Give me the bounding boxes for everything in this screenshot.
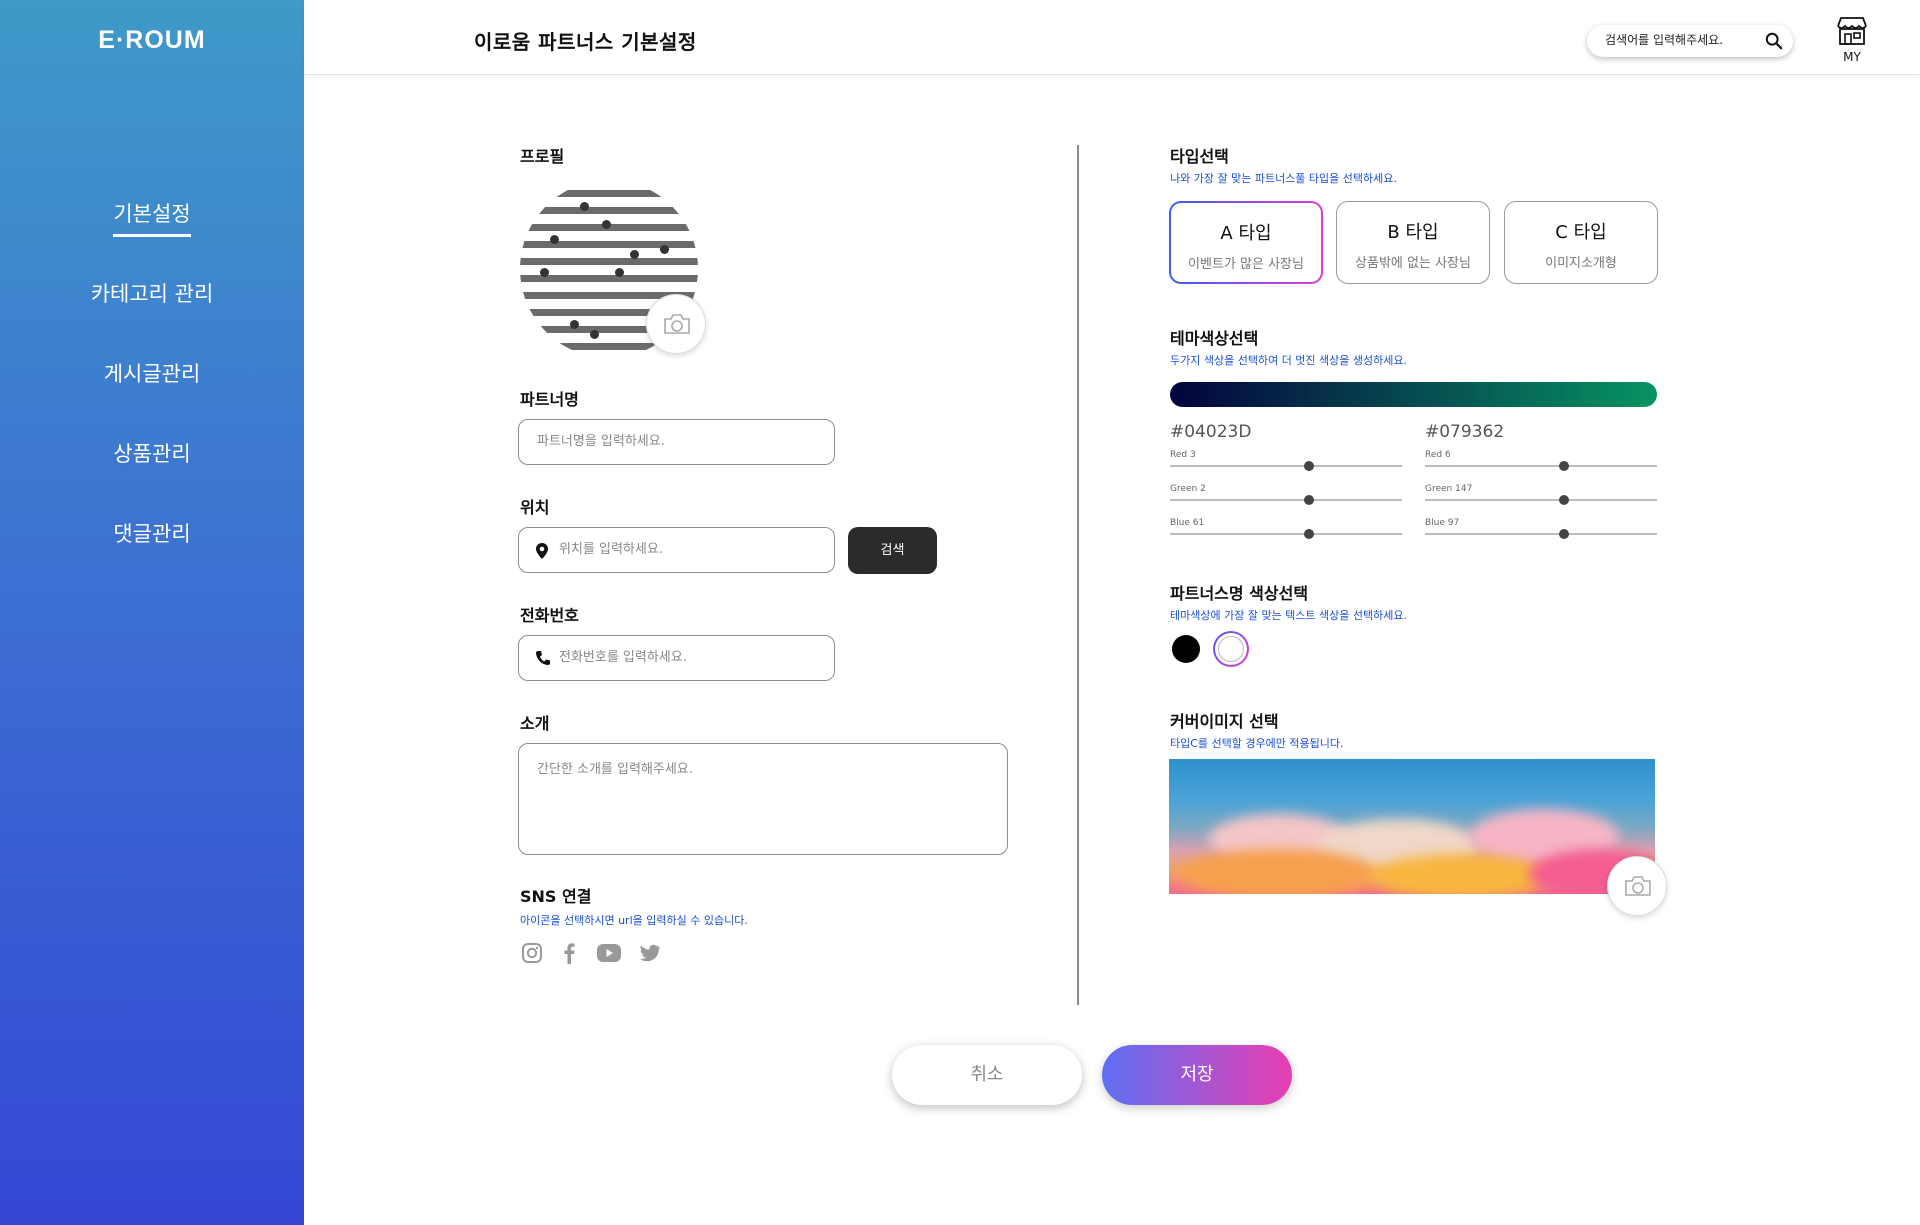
profile-label: 프로필 xyxy=(520,147,565,166)
type-select-label: 타입선택 xyxy=(1170,147,1229,166)
type-card-b[interactable]: B 타입 상품밖에 없는 사장님 xyxy=(1336,201,1490,284)
sidebar-item-label: 카테고리 관리 xyxy=(90,282,214,306)
location-label: 위치 xyxy=(520,498,550,517)
partner-name-color-hint: 테마색상에 가장 잘 맞는 텍스트 색상을 선택하세요. xyxy=(1170,609,1407,622)
color2-green-slider[interactable] xyxy=(1425,495,1657,505)
color2-hex: #079362 xyxy=(1425,422,1505,442)
cover-image-label: 커버이미지 선택 xyxy=(1170,712,1279,731)
phone-label: 전화번호 xyxy=(520,606,579,625)
location-search-button[interactable]: 검색 xyxy=(848,527,937,574)
slider-knob[interactable] xyxy=(1559,529,1570,539)
color2-red-label: Red 6 xyxy=(1425,450,1451,460)
camera-icon xyxy=(1625,876,1651,896)
type-card-title: A 타입 xyxy=(1220,223,1272,244)
search-input[interactable] xyxy=(1605,33,1755,47)
twitter-icon[interactable] xyxy=(638,944,660,962)
phone-field xyxy=(518,635,835,681)
sidebar-item-label: 댓글관리 xyxy=(113,522,191,546)
slider-knob[interactable] xyxy=(1559,495,1570,505)
color1-green-slider[interactable] xyxy=(1170,495,1402,505)
cancel-button[interactable]: 취소 xyxy=(892,1045,1082,1105)
instagram-icon[interactable] xyxy=(521,942,543,964)
sidebar-item-basic-settings[interactable]: 기본설정 xyxy=(0,198,304,237)
color1-hex: #04023D xyxy=(1170,422,1252,442)
cover-camera-button[interactable] xyxy=(1607,856,1667,916)
intro-textarea[interactable] xyxy=(537,758,987,842)
color1-blue-label: Blue 61 xyxy=(1170,518,1205,528)
sidebar-item-comments[interactable]: 댓글관리 xyxy=(0,518,304,548)
sidebar-item-label: 기본설정 xyxy=(113,198,191,237)
sns-hint: 아이콘을 선택하시면 url을 입력하실 수 있습니다. xyxy=(520,914,748,927)
camera-icon xyxy=(664,314,690,334)
partner-name-input[interactable] xyxy=(537,434,817,449)
phone-input[interactable] xyxy=(559,650,819,665)
page-title: 이로움 파트너스 기본설정 xyxy=(474,30,697,54)
sns-label: SNS 연결 xyxy=(520,887,592,906)
slider-knob[interactable] xyxy=(1304,495,1315,505)
profile-camera-button[interactable] xyxy=(646,294,706,354)
slider-knob[interactable] xyxy=(1559,461,1570,471)
color1-red-label: Red 3 xyxy=(1170,450,1196,460)
search-icon[interactable] xyxy=(1765,32,1783,50)
header: 이로움 파트너스 기본설정 MY xyxy=(304,0,1920,75)
cover-image-hint: 타입C를 선택할 경우에만 적용됩니다. xyxy=(1170,737,1344,750)
my-store-button[interactable]: MY xyxy=(1832,16,1872,64)
type-card-subtitle: 상품밖에 없는 사장님 xyxy=(1355,256,1471,271)
type-card-subtitle: 이벤트가 많은 사장님 xyxy=(1188,257,1304,272)
sidebar-item-label: 게시글관리 xyxy=(103,362,201,386)
type-card-a[interactable]: A 타입 이벤트가 많은 사장님 xyxy=(1169,201,1323,284)
partner-name-color-label: 파트너스명 색상선택 xyxy=(1170,584,1309,603)
text-color-white-option[interactable] xyxy=(1213,631,1249,667)
intro-label: 소개 xyxy=(520,714,550,733)
phone-icon xyxy=(536,651,550,665)
type-card-title: B 타입 xyxy=(1387,222,1439,243)
partner-name-label: 파트너명 xyxy=(520,390,579,409)
facebook-icon[interactable] xyxy=(562,942,576,964)
slider-knob[interactable] xyxy=(1304,529,1315,539)
column-divider xyxy=(1077,145,1079,1005)
theme-color-hint: 두가지 색상을 선택하여 더 멋진 색상을 생성하세요. xyxy=(1170,354,1407,367)
color2-blue-label: Blue 97 xyxy=(1425,518,1460,528)
color2-blue-slider[interactable] xyxy=(1425,529,1657,539)
sidebar-item-products[interactable]: 상품관리 xyxy=(0,438,304,468)
color1-red-slider[interactable] xyxy=(1170,461,1402,471)
theme-color-label: 테마색상선택 xyxy=(1170,329,1259,348)
theme-gradient-preview xyxy=(1170,382,1657,407)
sidebar-item-posts[interactable]: 게시글관리 xyxy=(0,358,304,388)
search-box xyxy=(1587,25,1793,57)
store-icon xyxy=(1837,17,1867,45)
type-select-hint: 나와 가장 잘 맞는 파트너스풀 타입을 선택하세요. xyxy=(1170,172,1397,185)
color2-green-label: Green 147 xyxy=(1425,484,1473,494)
intro-field xyxy=(518,743,1008,855)
location-input[interactable] xyxy=(559,542,819,557)
partner-name-field xyxy=(518,419,835,465)
color1-blue-slider[interactable] xyxy=(1170,529,1402,539)
logo[interactable]: E·ROUM xyxy=(0,26,304,55)
type-card-title: C 타입 xyxy=(1555,222,1607,243)
youtube-icon[interactable] xyxy=(597,944,621,962)
location-field xyxy=(518,527,835,573)
slider-knob[interactable] xyxy=(1304,461,1315,471)
type-card-c[interactable]: C 타입 이미지소개형 xyxy=(1504,201,1658,284)
color1-green-label: Green 2 xyxy=(1170,484,1206,494)
location-pin-icon xyxy=(536,543,548,559)
text-color-black-option[interactable] xyxy=(1172,635,1200,663)
sidebar-item-category[interactable]: 카테고리 관리 xyxy=(0,278,304,308)
my-label: MY xyxy=(1843,50,1861,64)
save-button[interactable]: 저장 xyxy=(1102,1045,1292,1105)
sidebar: E·ROUM 기본설정 카테고리 관리 게시글관리 상품관리 댓글관리 xyxy=(0,0,304,1225)
sidebar-item-label: 상품관리 xyxy=(113,442,191,466)
cover-image xyxy=(1169,759,1655,894)
color2-red-slider[interactable] xyxy=(1425,461,1657,471)
type-card-subtitle: 이미지소개형 xyxy=(1545,256,1617,271)
